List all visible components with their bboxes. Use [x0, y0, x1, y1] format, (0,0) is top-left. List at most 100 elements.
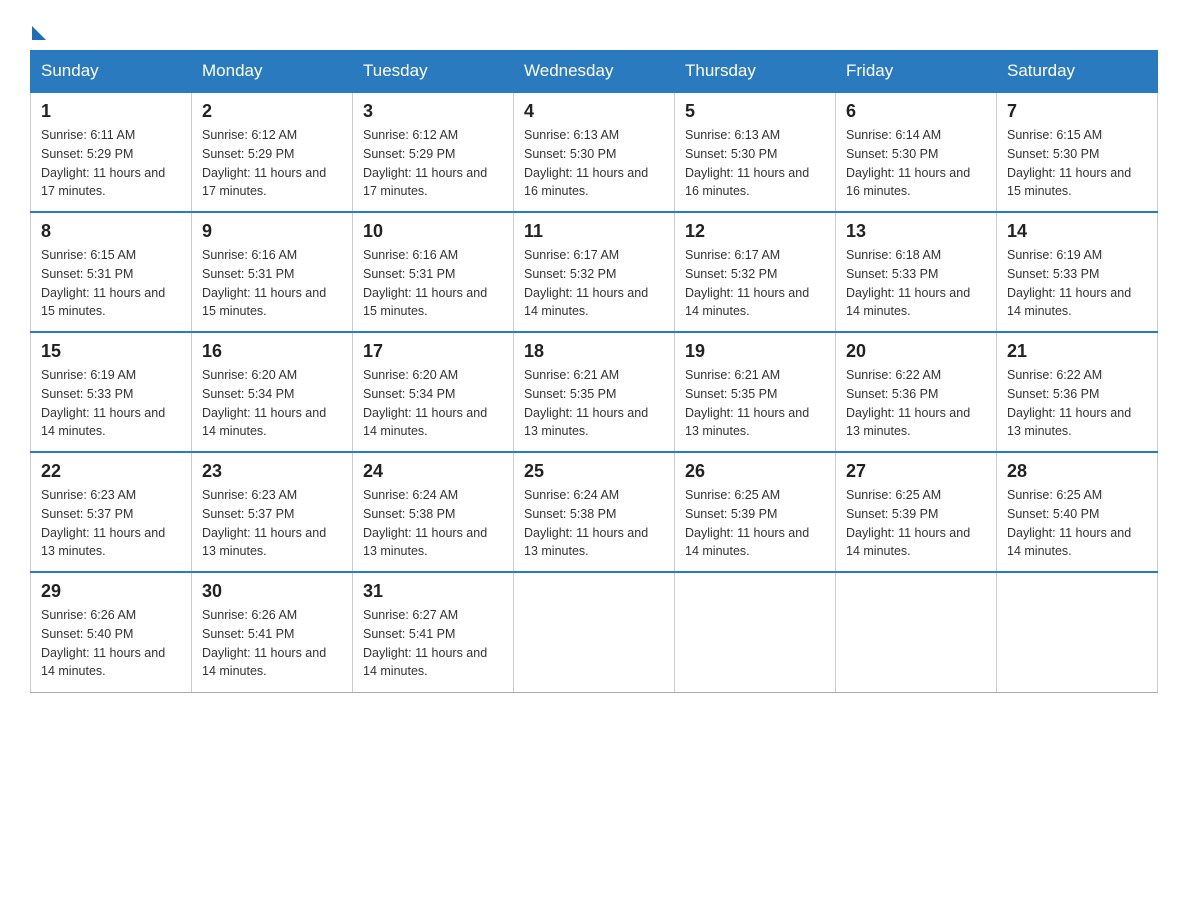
day-number: 15 — [41, 341, 181, 362]
day-number: 17 — [363, 341, 503, 362]
calendar-cell: 22Sunrise: 6:23 AMSunset: 5:37 PMDayligh… — [31, 452, 192, 572]
calendar-cell: 26 Sunrise: 6:25 AMSunset: 5:39 PMDayligh… — [675, 452, 836, 572]
day-number: 6 — [846, 101, 986, 122]
col-header-sunday: Sunday — [31, 51, 192, 93]
day-info: Sunrise: 6:25 AMSunset: 5:39 PMDaylight:… — [846, 486, 986, 561]
calendar-cell — [675, 572, 836, 692]
calendar-cell: 16 Sunrise: 6:20 AMSunset: 5:34 PMDayligh… — [192, 332, 353, 452]
day-info: Sunrise: 6:13 AMSunset: 5:30 PMDaylight:… — [524, 126, 664, 201]
day-info: Sunrise: 6:23 AMSunset: 5:37 PMDaylight:… — [202, 486, 342, 561]
day-info: Sunrise: 6:15 AMSunset: 5:31 PMDaylight:… — [41, 246, 181, 321]
calendar-cell: 9 Sunrise: 6:16 AMSunset: 5:31 PMDaylight… — [192, 212, 353, 332]
day-info: Sunrise: 6:19 AMSunset: 5:33 PMDaylight:… — [41, 366, 181, 441]
page-header — [30, 20, 1158, 40]
day-info: Sunrise: 6:24 AMSunset: 5:38 PMDaylight:… — [524, 486, 664, 561]
calendar-cell: 23 Sunrise: 6:23 AMSunset: 5:37 PMDayligh… — [192, 452, 353, 572]
calendar-cell: 3 Sunrise: 6:12 AMSunset: 5:29 PMDaylight… — [353, 92, 514, 212]
calendar-cell: 7Sunrise: 6:15 AMSunset: 5:30 PMDaylight… — [997, 92, 1158, 212]
calendar-cell: 1 Sunrise: 6:11 AMSunset: 5:29 PMDaylight… — [31, 92, 192, 212]
day-info: Sunrise: 6:13 AMSunset: 5:30 PMDaylight:… — [685, 126, 825, 201]
day-number: 23 — [202, 461, 342, 482]
day-number: 13 — [846, 221, 986, 242]
day-number: 5 — [685, 101, 825, 122]
calendar-cell — [514, 572, 675, 692]
calendar-cell: 20 Sunrise: 6:22 AMSunset: 5:36 PMDayligh… — [836, 332, 997, 452]
calendar-cell: 29Sunrise: 6:26 AMSunset: 5:40 PMDayligh… — [31, 572, 192, 692]
day-info: Sunrise: 6:17 AMSunset: 5:32 PMDaylight:… — [685, 246, 825, 321]
calendar-week-5: 29Sunrise: 6:26 AMSunset: 5:40 PMDayligh… — [31, 572, 1158, 692]
col-header-saturday: Saturday — [997, 51, 1158, 93]
col-header-tuesday: Tuesday — [353, 51, 514, 93]
col-header-monday: Monday — [192, 51, 353, 93]
day-number: 19 — [685, 341, 825, 362]
day-info: Sunrise: 6:20 AMSunset: 5:34 PMDaylight:… — [202, 366, 342, 441]
logo-arrow-icon — [32, 26, 46, 40]
day-info: Sunrise: 6:18 AMSunset: 5:33 PMDaylight:… — [846, 246, 986, 321]
calendar-cell: 18Sunrise: 6:21 AMSunset: 5:35 PMDayligh… — [514, 332, 675, 452]
day-info: Sunrise: 6:15 AMSunset: 5:30 PMDaylight:… — [1007, 126, 1147, 201]
calendar-cell — [836, 572, 997, 692]
day-number: 25 — [524, 461, 664, 482]
calendar-week-3: 15 Sunrise: 6:19 AMSunset: 5:33 PMDayligh… — [31, 332, 1158, 452]
calendar-cell: 6 Sunrise: 6:14 AMSunset: 5:30 PMDaylight… — [836, 92, 997, 212]
day-number: 10 — [363, 221, 503, 242]
day-number: 12 — [685, 221, 825, 242]
col-header-friday: Friday — [836, 51, 997, 93]
day-info: Sunrise: 6:24 AMSunset: 5:38 PMDaylight:… — [363, 486, 503, 561]
day-number: 31 — [363, 581, 503, 602]
day-number: 4 — [524, 101, 664, 122]
day-info: Sunrise: 6:16 AMSunset: 5:31 PMDaylight:… — [202, 246, 342, 321]
day-info: Sunrise: 6:11 AMSunset: 5:29 PMDaylight:… — [41, 126, 181, 201]
day-number: 14 — [1007, 221, 1147, 242]
calendar-week-1: 1 Sunrise: 6:11 AMSunset: 5:29 PMDaylight… — [31, 92, 1158, 212]
day-info: Sunrise: 6:20 AMSunset: 5:34 PMDaylight:… — [363, 366, 503, 441]
calendar-cell: 27Sunrise: 6:25 AMSunset: 5:39 PMDayligh… — [836, 452, 997, 572]
calendar-cell: 10 Sunrise: 6:16 AMSunset: 5:31 PMDayligh… — [353, 212, 514, 332]
day-number: 20 — [846, 341, 986, 362]
calendar-cell: 15 Sunrise: 6:19 AMSunset: 5:33 PMDayligh… — [31, 332, 192, 452]
calendar-cell: 25 Sunrise: 6:24 AMSunset: 5:38 PMDayligh… — [514, 452, 675, 572]
day-info: Sunrise: 6:26 AMSunset: 5:41 PMDaylight:… — [202, 606, 342, 681]
col-header-wednesday: Wednesday — [514, 51, 675, 93]
calendar-week-2: 8Sunrise: 6:15 AMSunset: 5:31 PMDaylight… — [31, 212, 1158, 332]
calendar-cell: 4 Sunrise: 6:13 AMSunset: 5:30 PMDaylight… — [514, 92, 675, 212]
day-number: 1 — [41, 101, 181, 122]
day-info: Sunrise: 6:14 AMSunset: 5:30 PMDaylight:… — [846, 126, 986, 201]
calendar-cell: 11 Sunrise: 6:17 AMSunset: 5:32 PMDayligh… — [514, 212, 675, 332]
logo — [30, 20, 46, 40]
day-number: 16 — [202, 341, 342, 362]
calendar-cell: 19 Sunrise: 6:21 AMSunset: 5:35 PMDayligh… — [675, 332, 836, 452]
day-number: 26 — [685, 461, 825, 482]
day-info: Sunrise: 6:23 AMSunset: 5:37 PMDaylight:… — [41, 486, 181, 561]
day-number: 18 — [524, 341, 664, 362]
day-number: 30 — [202, 581, 342, 602]
day-number: 29 — [41, 581, 181, 602]
calendar-cell: 13 Sunrise: 6:18 AMSunset: 5:33 PMDayligh… — [836, 212, 997, 332]
day-number: 3 — [363, 101, 503, 122]
day-info: Sunrise: 6:19 AMSunset: 5:33 PMDaylight:… — [1007, 246, 1147, 321]
day-info: Sunrise: 6:21 AMSunset: 5:35 PMDaylight:… — [685, 366, 825, 441]
day-info: Sunrise: 6:25 AMSunset: 5:39 PMDaylight:… — [685, 486, 825, 561]
calendar-week-4: 22Sunrise: 6:23 AMSunset: 5:37 PMDayligh… — [31, 452, 1158, 572]
day-info: Sunrise: 6:16 AMSunset: 5:31 PMDaylight:… — [363, 246, 503, 321]
calendar-header-row: SundayMondayTuesdayWednesdayThursdayFrid… — [31, 51, 1158, 93]
day-number: 21 — [1007, 341, 1147, 362]
calendar-cell: 5 Sunrise: 6:13 AMSunset: 5:30 PMDaylight… — [675, 92, 836, 212]
calendar-cell: 24Sunrise: 6:24 AMSunset: 5:38 PMDayligh… — [353, 452, 514, 572]
calendar-cell: 30 Sunrise: 6:26 AMSunset: 5:41 PMDayligh… — [192, 572, 353, 692]
day-number: 2 — [202, 101, 342, 122]
calendar-cell: 12 Sunrise: 6:17 AMSunset: 5:32 PMDayligh… — [675, 212, 836, 332]
col-header-thursday: Thursday — [675, 51, 836, 93]
day-info: Sunrise: 6:22 AMSunset: 5:36 PMDaylight:… — [846, 366, 986, 441]
day-number: 11 — [524, 221, 664, 242]
calendar-cell: 28 Sunrise: 6:25 AMSunset: 5:40 PMDayligh… — [997, 452, 1158, 572]
calendar-cell: 21 Sunrise: 6:22 AMSunset: 5:36 PMDayligh… — [997, 332, 1158, 452]
calendar-cell: 2Sunrise: 6:12 AMSunset: 5:29 PMDaylight… — [192, 92, 353, 212]
calendar-cell: 8Sunrise: 6:15 AMSunset: 5:31 PMDaylight… — [31, 212, 192, 332]
day-number: 9 — [202, 221, 342, 242]
day-info: Sunrise: 6:25 AMSunset: 5:40 PMDaylight:… — [1007, 486, 1147, 561]
day-info: Sunrise: 6:22 AMSunset: 5:36 PMDaylight:… — [1007, 366, 1147, 441]
day-info: Sunrise: 6:17 AMSunset: 5:32 PMDaylight:… — [524, 246, 664, 321]
day-info: Sunrise: 6:12 AMSunset: 5:29 PMDaylight:… — [363, 126, 503, 201]
day-number: 28 — [1007, 461, 1147, 482]
